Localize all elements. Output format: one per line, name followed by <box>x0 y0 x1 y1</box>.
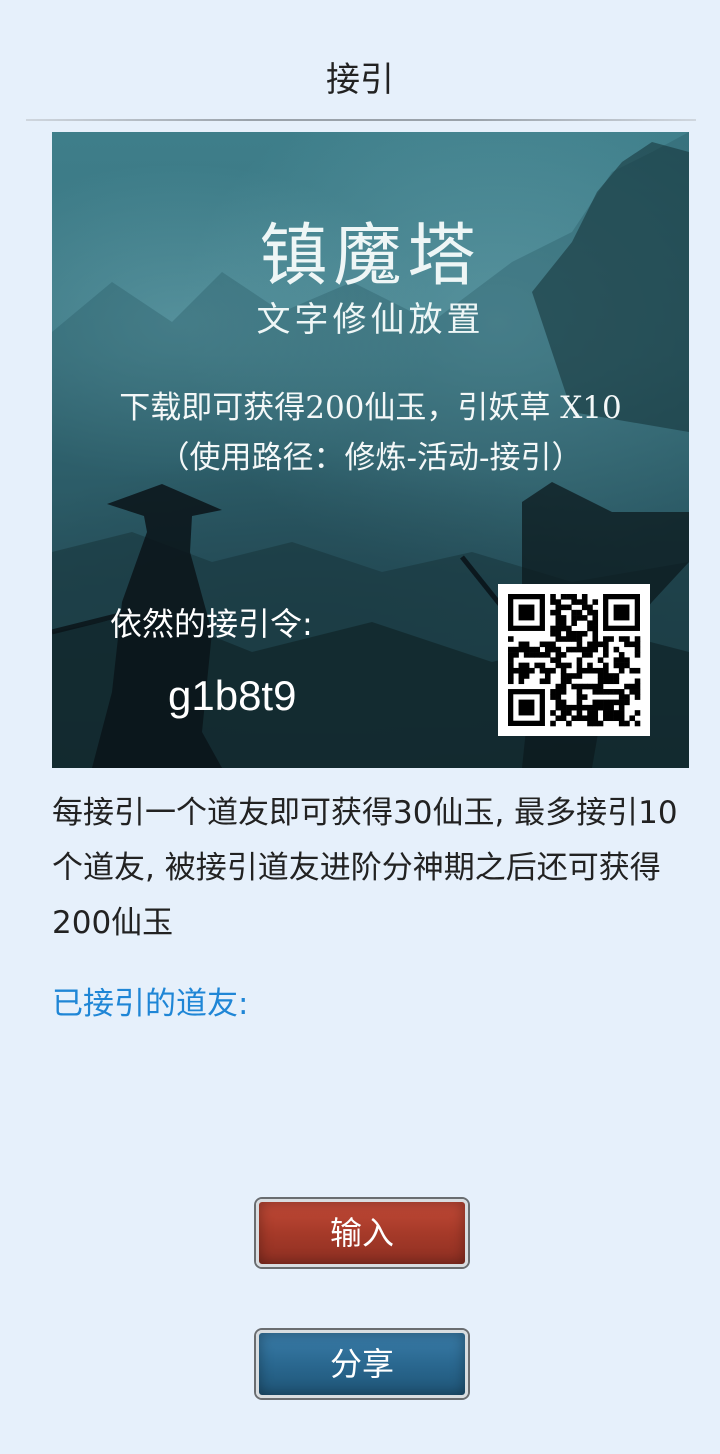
invite-code-value: g1b8t9 <box>168 672 297 719</box>
qr-code-icon <box>498 584 650 736</box>
input-button[interactable]: 输入 <box>256 1199 468 1267</box>
game-title: 镇魔塔 <box>259 217 482 296</box>
page-title: 接引 <box>326 60 394 100</box>
invite-reward-description: 每接引一个道友即可获得30仙玉, 最多接引10个道友, 被接引道友进阶分神期之后… <box>52 795 678 941</box>
promo-reward-text: 下载即可获得200仙玉，引妖草 X10 <box>119 390 622 426</box>
game-subtitle: 文字修仙放置 <box>256 300 485 340</box>
invited-friends-label: 已接引的道友: <box>52 986 249 1022</box>
share-button[interactable]: 分享 <box>256 1330 468 1398</box>
title-bar: 接引 <box>0 0 720 121</box>
invite-code-label: 依然的接引令: <box>110 605 313 643</box>
promo-banner: 镇魔塔 文字修仙放置 下载即可获得200仙玉，引妖草 X10 （使用路径：修炼-… <box>52 132 689 768</box>
divider <box>26 119 696 121</box>
promo-path-text: （使用路径：修炼-活动-接引） <box>158 440 583 476</box>
